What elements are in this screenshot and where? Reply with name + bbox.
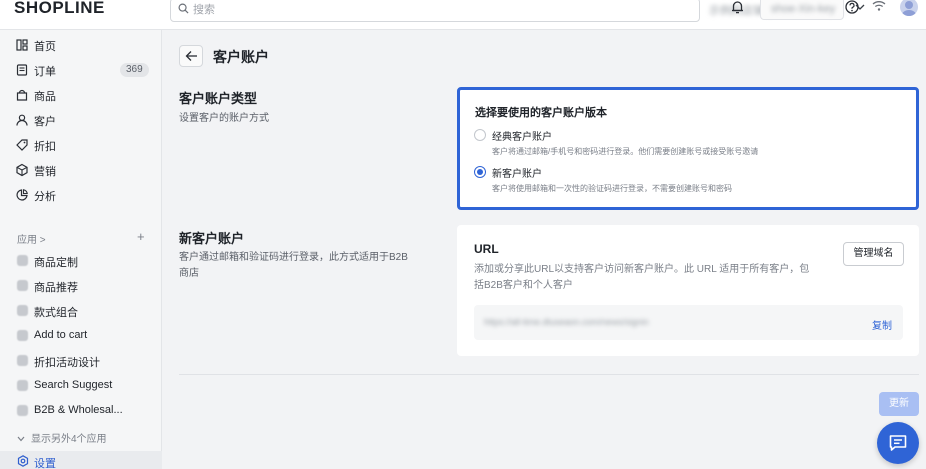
url-card: URL 添加或分享此URL以支持客户访问新客户账户。此 URL 适用于所有客户，…	[457, 225, 919, 356]
orders-count-badge: 369	[120, 63, 149, 77]
sidebar-app-item[interactable]: 款式组合	[0, 300, 162, 322]
new-account-section-title: 新客户账户	[179, 231, 245, 246]
app-label: Add to cart	[34, 329, 88, 341]
account-type-card: 选择要使用的客户账户版本 经典客户账户 客户将通过邮箱/手机号和密码进行登录。他…	[457, 87, 919, 210]
app-label: 商品推荐	[34, 282, 78, 294]
sidebar-app-item[interactable]: Add to cart	[0, 325, 162, 347]
app-icon	[17, 305, 28, 316]
url-title: URL	[474, 242, 499, 256]
search-box[interactable]: 示例的店铺 (Redbull, 播客...	[170, 0, 865, 22]
sidebar-item-analytics[interactable]: 分析	[0, 184, 162, 206]
new-account-section-desc: 客户通过邮箱和验证码进行登录，此方式适用于B2B商店	[179, 252, 408, 279]
sidebar-app-item[interactable]: 折扣活动设计	[0, 350, 162, 372]
sidebar-item-label: 折扣	[34, 141, 56, 153]
sidebar-item-label: 客户	[34, 116, 56, 128]
shopline-logo[interactable]: SHOPLINE	[14, 0, 105, 18]
discount-icon	[16, 139, 28, 151]
update-button[interactable]: 更新	[879, 392, 919, 416]
sidebar-app-item[interactable]: B2B & Wholesal...	[0, 400, 162, 422]
app-icon	[17, 355, 28, 366]
chat-icon	[889, 435, 907, 451]
sidebar-item-label: 首页	[34, 41, 56, 53]
app-label: Search Suggest	[34, 379, 113, 391]
wifi-icon[interactable]	[872, 0, 886, 12]
gear-icon	[17, 455, 29, 467]
user-avatar[interactable]	[900, 0, 918, 16]
copy-button[interactable]: 复制	[872, 317, 892, 332]
app-icon	[17, 405, 28, 416]
sidebar-item-orders[interactable]: 订单 369	[0, 59, 162, 81]
sidebar-app-item[interactable]: Search Suggest	[0, 375, 162, 397]
products-icon	[16, 89, 28, 101]
url-field: https://all-time.dtuseaon.com/news/signi…	[474, 305, 903, 340]
sidebar-item-label: 商品	[34, 91, 56, 103]
account-version-question: 选择要使用的客户账户版本	[475, 107, 607, 119]
home-icon	[16, 39, 28, 51]
add-app-button[interactable]: +	[137, 229, 145, 244]
classic-account-label: 经典客户账户	[492, 132, 552, 143]
staff-name: shoe-Xin-key	[771, 3, 836, 15]
analytics-icon	[16, 189, 28, 201]
sidebar-item-marketing[interactable]: 营销	[0, 159, 162, 181]
search-input[interactable]	[193, 1, 493, 19]
orders-icon	[16, 64, 28, 76]
sidebar-app-item[interactable]: 商品推荐	[0, 275, 162, 297]
app-label: 折扣活动设计	[34, 357, 100, 369]
app-label: 商品定制	[34, 257, 78, 269]
manage-domain-button[interactable]: 管理域名	[843, 242, 904, 266]
sidebar-app-item[interactable]: 商品定制	[0, 250, 162, 272]
page-title: 客户账户	[213, 49, 269, 65]
back-button[interactable]	[179, 45, 203, 67]
sidebar-item-settings[interactable]: 设置	[0, 451, 162, 469]
sidebar-item-home[interactable]: 首页	[0, 34, 162, 56]
account-type-desc: 设置客户的账户方式	[179, 113, 269, 124]
sidebar-item-label: 分析	[34, 191, 56, 203]
chat-support-button[interactable]	[877, 422, 919, 464]
sidebar-item-label: 营销	[34, 166, 56, 178]
top-bar: SHOPLINE 示例的店铺 (Redbull, 播客... shoe-Xin-…	[0, 0, 926, 30]
sidebar: 首页 订单 369 商品 客户 折扣 营销 分析 应用 > + 商品定制 商品推…	[0, 30, 162, 469]
chevron-down-icon	[17, 436, 25, 442]
account-type-title: 客户账户类型	[179, 91, 258, 106]
divider	[179, 374, 919, 375]
classic-account-desc: 客户将通过邮箱/手机号和密码进行登录。他们需要创建账号或接受账号邀请	[492, 147, 759, 156]
apps-header[interactable]: 应用 >	[17, 231, 46, 246]
sidebar-item-label: 设置	[34, 458, 56, 469]
app-icon	[17, 330, 28, 341]
new-account-desc: 客户将使用邮箱和一次性的验证码进行登录，不需要创建账号和密码	[492, 184, 732, 193]
app-icon	[17, 280, 28, 291]
help-icon[interactable]	[845, 0, 859, 14]
marketing-icon	[16, 163, 28, 177]
sidebar-item-products[interactable]: 商品	[0, 84, 162, 106]
app-icon	[17, 255, 28, 266]
sidebar-item-label: 订单	[34, 66, 56, 78]
new-account-label: 新客户账户	[492, 169, 542, 180]
sidebar-item-customers[interactable]: 客户	[0, 109, 162, 131]
show-more-apps-toggle[interactable]: 显示另外4个应用	[17, 430, 107, 445]
staff-chip[interactable]: shoe-Xin-key	[760, 0, 844, 20]
app-label: B2B & Wholesal...	[34, 404, 123, 416]
customers-icon	[16, 114, 28, 126]
new-account-radio[interactable]	[474, 166, 486, 178]
app-label: 款式组合	[34, 307, 78, 319]
bell-icon[interactable]	[731, 0, 744, 14]
show-more-apps-label: 显示另外4个应用	[31, 434, 107, 445]
classic-account-radio[interactable]	[474, 129, 486, 141]
url-desc: 添加或分享此URL以支持客户访问新客户账户。此 URL 适用于所有客户，包括B2…	[474, 264, 810, 291]
sidebar-item-discount[interactable]: 折扣	[0, 134, 162, 156]
search-icon	[178, 3, 189, 14]
arrow-left-icon	[185, 51, 197, 61]
app-icon	[17, 380, 28, 391]
url-value: https://all-time.dtuseaon.com/news/signi…	[484, 317, 649, 327]
